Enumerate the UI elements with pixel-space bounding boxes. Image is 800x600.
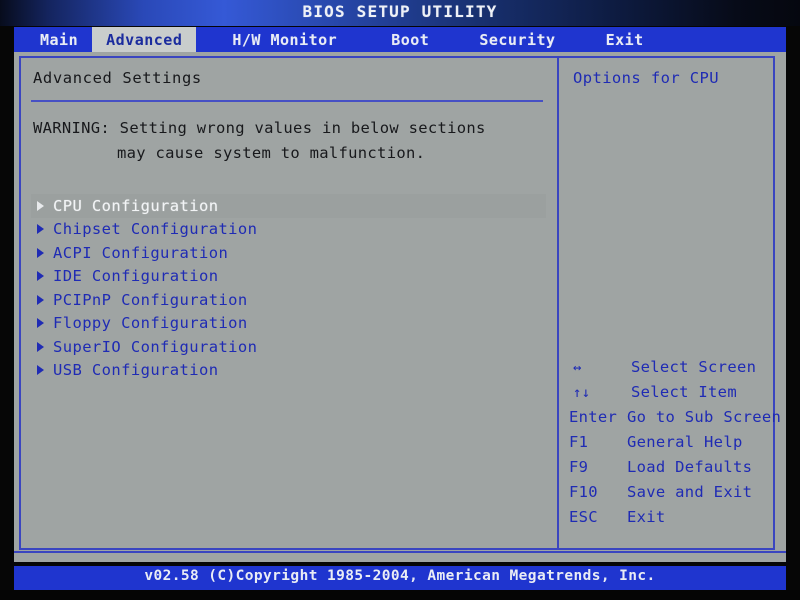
copyright-text: v02.58 (C)Copyright 1985-2004, American … (144, 568, 656, 584)
page-title: Advanced Settings (33, 69, 202, 87)
menu-item-chipset-configuration[interactable]: Chipset Configuration (31, 218, 546, 242)
window-title: BIOS SETUP UTILITY (302, 2, 498, 21)
menu-item-label: USB Configuration (53, 361, 219, 380)
submenu-arrow-icon (37, 318, 44, 329)
bios-screen: BIOS SETUP UTILITY Main Advanced H/W Monit… (0, 0, 800, 600)
menu-item-label: ACPI Configuration (53, 243, 229, 262)
content-panel: Advanced Settings WARNING: Setting wrong… (19, 56, 781, 550)
menu-tab-boot[interactable]: Boot (377, 27, 443, 52)
menu-tab-security[interactable]: Security (465, 27, 569, 52)
key-legend-row: F10 Save and Exit (565, 483, 777, 508)
titlebar: BIOS SETUP UTILITY (0, 0, 800, 26)
menu-tab-h-w-monitor[interactable]: H/W Monitor (218, 27, 351, 52)
warning-line-1: WARNING: Setting wrong values in below s… (33, 119, 486, 137)
menu-item-label: Floppy Configuration (53, 314, 248, 333)
key-description: Load Defaults (627, 458, 753, 476)
left-pane: Advanced Settings WARNING: Setting wrong… (21, 58, 557, 548)
key-legend-list: ↔ Select Screen ↑↓ Select Item Enter Go to Su… (565, 358, 781, 533)
menu-item-superio-configuration[interactable]: SuperIO Configuration (31, 335, 546, 359)
help-title: Options for CPU (573, 69, 719, 87)
menu-item-label: IDE Configuration (53, 267, 219, 286)
footer-bar: v02.58 (C)Copyright 1985-2004, American … (14, 566, 786, 590)
key-name: F10 (569, 483, 598, 501)
key-description: Save and Exit (627, 483, 753, 501)
configuration-menu-list: CPU Configuration Chipset Configuration AC… (31, 194, 546, 382)
warning-message: WARNING: Setting wrong values in below s… (33, 116, 548, 166)
key-legend-row: F9 Load Defaults (565, 458, 777, 483)
submenu-arrow-icon (37, 224, 44, 235)
submenu-arrow-icon (37, 200, 44, 211)
menu-item-label: CPU Configuration (53, 196, 219, 215)
submenu-arrow-icon (37, 341, 44, 352)
menubar: Main Advanced H/W Monitor Boot Security Exit (14, 27, 786, 52)
menu-item-label: SuperIO Configuration (53, 337, 258, 356)
menu-tab-advanced[interactable]: Advanced (92, 27, 197, 52)
submenu-arrow-icon (37, 247, 44, 258)
content-area: Advanced Settings WARNING: Setting wrong… (14, 52, 786, 562)
key-legend-row: F1 General Help (565, 433, 777, 458)
key-description: Select Item (631, 383, 737, 401)
menu-item-label: PCIPnP Configuration (53, 290, 248, 309)
key-name: Enter (569, 408, 618, 426)
footer-separator (14, 551, 786, 553)
menu-item-acpi-configuration[interactable]: ACPI Configuration (31, 241, 546, 265)
key-name: F1 (569, 433, 589, 451)
menu-item-pcipnp-configuration[interactable]: PCIPnP Configuration (31, 288, 546, 312)
key-description: Select Screen (631, 358, 757, 376)
key-name: ESC (569, 508, 598, 526)
key-description: Go to Sub Screen (627, 408, 782, 426)
submenu-arrow-icon (37, 294, 44, 305)
key-name: F9 (569, 458, 589, 476)
menu-tab-list: Main Advanced H/W Monitor Boot Security Exit (14, 27, 786, 52)
key-legend-row: Enter Go to Sub Screen (565, 408, 781, 433)
menu-item-ide-configuration[interactable]: IDE Configuration (31, 265, 546, 289)
key-arrow-icon: ↑↓ (573, 385, 591, 401)
key-legend-row: ESC Exit (565, 508, 777, 533)
menu-item-label: Chipset Configuration (53, 220, 258, 239)
title-separator (31, 100, 543, 102)
key-arrow-icon: ↔ (573, 360, 582, 376)
submenu-arrow-icon (37, 271, 44, 282)
bezel-bottom (0, 590, 800, 600)
warning-line-2: may cause system to malfunction. (117, 144, 426, 162)
menu-item-cpu-configuration[interactable]: CPU Configuration (31, 194, 546, 218)
menu-tab-exit[interactable]: Exit (592, 27, 658, 52)
key-description: General Help (627, 433, 743, 451)
menu-tab-main[interactable]: Main (26, 27, 92, 52)
menu-item-floppy-configuration[interactable]: Floppy Configuration (31, 312, 546, 336)
submenu-arrow-icon (37, 365, 44, 376)
key-legend-row: ↔ Select Screen (565, 358, 777, 383)
key-description: Exit (627, 508, 666, 526)
right-pane: Options for CPU ↔ Select Screen ↑↓ Select I… (559, 58, 781, 548)
key-legend-row: ↑↓ Select Item (565, 383, 777, 408)
menu-item-usb-configuration[interactable]: USB Configuration (31, 359, 546, 383)
